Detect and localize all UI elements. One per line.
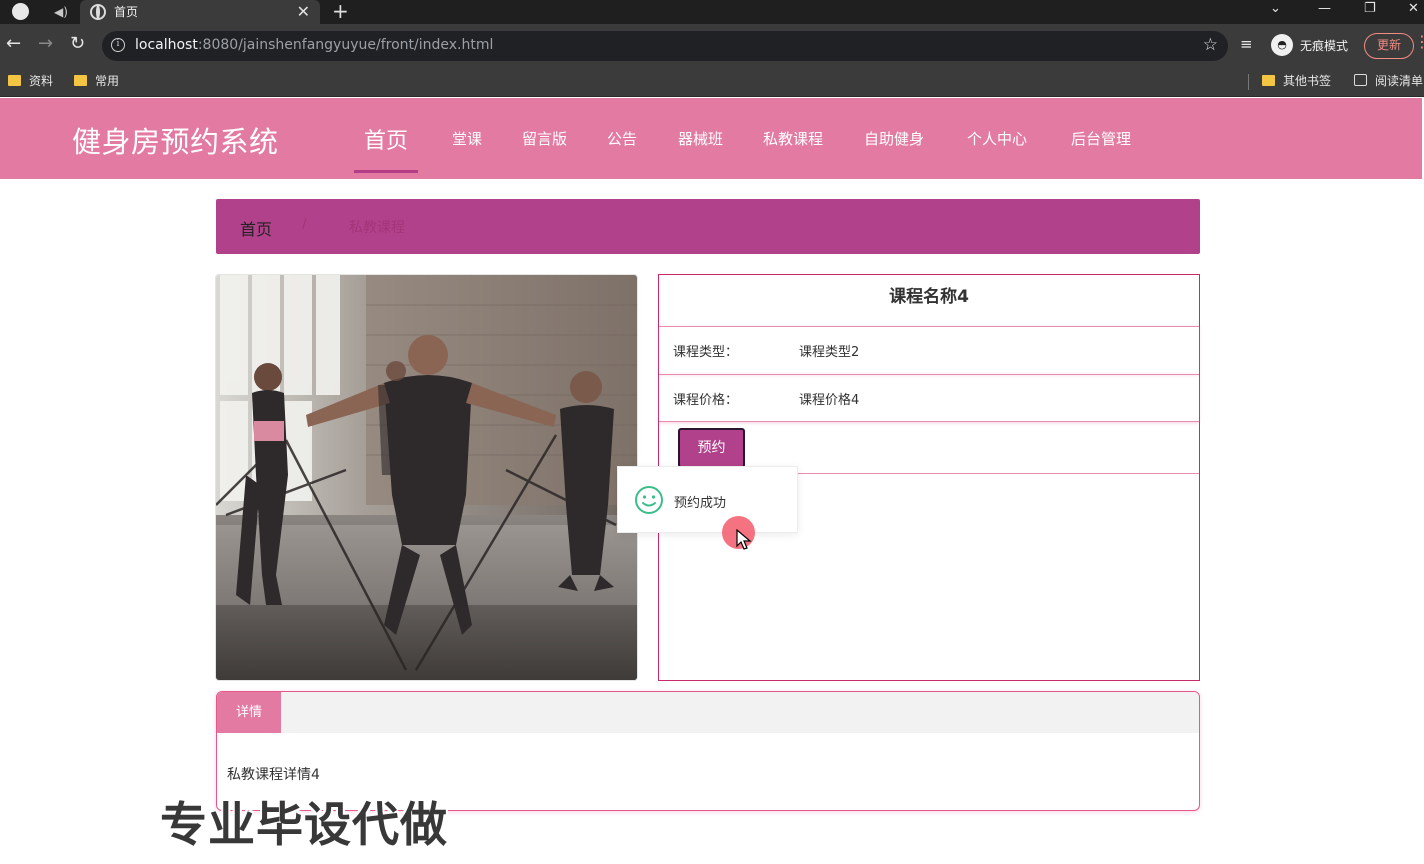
nav-active-indicator: [354, 170, 418, 173]
details-content: 私教课程详情4: [227, 767, 320, 783]
reading-list[interactable]: 阅读清单: [1354, 72, 1423, 90]
incognito-icon[interactable]: ◓: [1271, 34, 1293, 56]
nav-equipment-class[interactable]: 器械班: [678, 128, 723, 149]
speaker-icon[interactable]: ◀): [50, 2, 72, 22]
url-host: localhost: [135, 37, 198, 53]
close-tab-icon[interactable]: ✕: [297, 1, 310, 23]
breadcrumb-home[interactable]: 首页: [240, 216, 272, 240]
new-tab-icon[interactable]: +: [332, 0, 349, 22]
back-icon[interactable]: ←: [6, 34, 21, 54]
course-price-value: 课程价格4: [799, 393, 860, 408]
incognito-label: 无痕模式: [1300, 39, 1349, 53]
course-type-row: 课程类型： 课程类型2: [659, 326, 1199, 374]
toast-message: 预约成功: [674, 496, 727, 511]
book-button[interactable]: 预约: [678, 428, 745, 468]
bookmark-folder[interactable]: 资料: [8, 72, 53, 90]
smile-icon: [635, 486, 663, 514]
nav-self-fitness[interactable]: 自助健身: [864, 128, 924, 149]
folder-icon: [8, 75, 21, 86]
globe-icon[interactable]: [12, 3, 29, 20]
other-bookmarks[interactable]: 其他书签: [1262, 72, 1331, 90]
breadcrumb-separator: /: [302, 216, 307, 232]
url-path: :8080/jainshenfangyuyue/front/index.html: [197, 37, 494, 53]
site-info-icon[interactable]: i: [111, 38, 125, 52]
url-input[interactable]: i localhost:8080/jainshenfangyuyue/front…: [102, 31, 1228, 61]
success-toast: 预约成功: [617, 466, 798, 533]
site-header: 健身房预约系统 首页 堂课 留言版 公告 器械班 私教课程 自助健身 个人中心 …: [0, 98, 1422, 179]
nav-profile[interactable]: 个人中心: [967, 128, 1027, 149]
course-image: [215, 274, 638, 681]
update-button[interactable]: 更新: [1364, 33, 1414, 59]
browser-tab-strip: ◀) 首页 ✕ + ⌄ — ❐ ✕: [0, 0, 1424, 24]
reading-queue-icon[interactable]: ≡: [1240, 35, 1253, 53]
course-type-value: 课程类型2: [799, 345, 860, 360]
nav-message-board[interactable]: 留言版: [522, 128, 567, 149]
folder-icon: [1262, 75, 1275, 86]
browser-tab-active[interactable]: 首页 ✕: [80, 0, 320, 24]
course-type-label: 课程类型：: [673, 345, 739, 360]
course-price-row: 课程价格： 课程价格4: [659, 374, 1199, 422]
bookmarks-bar: 资料 常用 其他书签 阅读清单: [0, 66, 1424, 97]
course-name: 课程名称4: [889, 287, 969, 307]
reload-icon[interactable]: ↻: [70, 34, 85, 54]
nav-admin[interactable]: 后台管理: [1071, 128, 1131, 149]
globe-icon: [90, 4, 106, 20]
address-bar-row: ← → ↻ i localhost:8080/jainshenfangyuyue…: [0, 24, 1424, 66]
bookmark-folder[interactable]: 常用: [74, 72, 119, 90]
details-tab-bar: 详情: [217, 692, 1199, 733]
star-icon[interactable]: ☆: [1203, 35, 1218, 55]
nav-private-courses[interactable]: 私教课程: [763, 128, 823, 149]
nav-announcements[interactable]: 公告: [607, 128, 637, 149]
course-price-label: 课程价格：: [673, 393, 739, 408]
chevron-down-icon[interactable]: ⌄: [1270, 0, 1281, 18]
mouse-cursor-icon: [736, 529, 752, 550]
watermark-text: 专业毕设代做: [160, 798, 448, 853]
site-logo[interactable]: 健身房预约系统: [72, 119, 279, 161]
minimize-icon[interactable]: —: [1318, 0, 1331, 18]
close-window-icon[interactable]: ✕: [1408, 0, 1419, 18]
forward-icon[interactable]: →: [38, 34, 53, 54]
nav-home[interactable]: 首页: [364, 123, 408, 155]
more-icon[interactable]: ⋮: [1414, 32, 1424, 51]
nav-classes[interactable]: 堂课: [452, 128, 482, 149]
breadcrumb-current: 私教课程: [349, 220, 405, 236]
tab-title: 首页: [114, 5, 139, 19]
restore-icon[interactable]: ❐: [1364, 0, 1376, 18]
reading-list-icon: [1354, 74, 1367, 86]
folder-icon: [74, 75, 87, 86]
breadcrumb: 首页 / 私教课程: [216, 199, 1200, 254]
divider: [1248, 74, 1249, 90]
tab-details[interactable]: 详情: [217, 692, 281, 733]
